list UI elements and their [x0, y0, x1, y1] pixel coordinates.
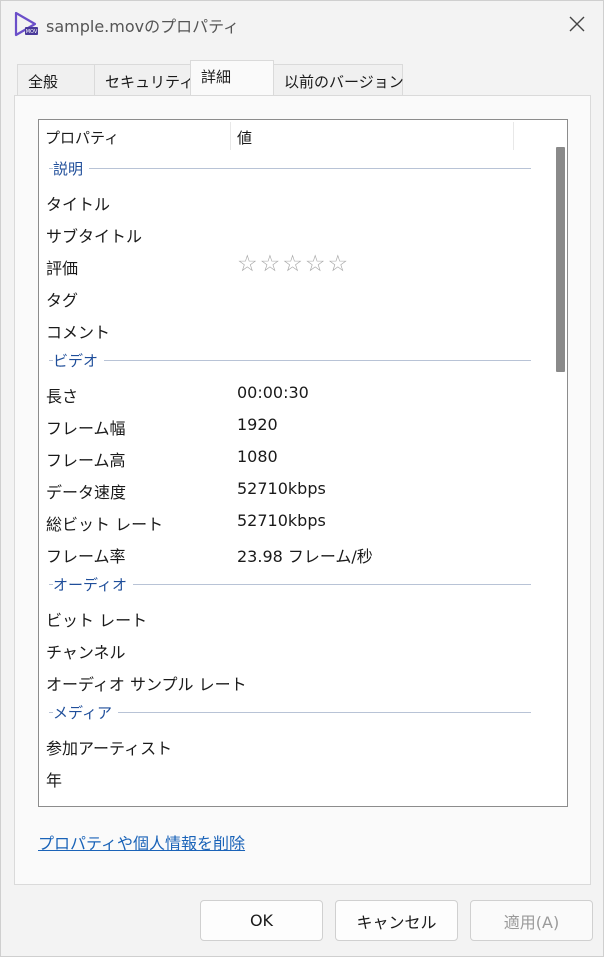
list-item[interactable]: コメント [39, 313, 549, 345]
group-title: 説明 [53, 158, 90, 179]
tab-bar: 全般 セキュリティ 詳細 以前のバージョン [17, 60, 404, 96]
list-item[interactable]: チャンネル [39, 633, 549, 665]
list-item[interactable]: 総ビット レート 52710kbps [39, 505, 549, 537]
group-title: メディア [53, 702, 118, 723]
property-name: フレーム高 [46, 451, 126, 470]
list-item[interactable]: ビット レート [39, 601, 549, 633]
list-item[interactable]: 年 [39, 761, 549, 793]
column-divider[interactable] [230, 122, 231, 150]
cancel-button[interactable]: キャンセル [335, 900, 458, 941]
property-value: 52710kbps [237, 479, 326, 498]
tab-security[interactable]: セキュリティ [94, 64, 194, 95]
group-header-video: ビデオ [39, 345, 549, 377]
property-name: フレーム率 [46, 547, 126, 566]
remove-properties-link[interactable]: プロパティや個人情報を削除 [38, 830, 245, 854]
group-title: オーディオ [53, 574, 133, 595]
close-button[interactable] [563, 10, 591, 38]
property-value: 1080 [237, 447, 278, 466]
column-divider[interactable] [513, 122, 514, 150]
svg-text:MOV: MOV [26, 29, 38, 35]
group-divider [49, 168, 531, 169]
property-name: 総ビット レート [46, 515, 164, 534]
tab-general[interactable]: 全般 [17, 64, 95, 95]
list-item[interactable]: 評価 ☆☆☆☆☆ [39, 249, 549, 281]
property-name: オーディオ サンプル レート [46, 675, 247, 694]
group-header-description: 説明 [39, 153, 549, 185]
list-item[interactable]: タイトル [39, 185, 549, 217]
group-title: ビデオ [53, 350, 105, 371]
list-item[interactable]: データ速度 52710kbps [39, 473, 549, 505]
property-name: タグ [46, 291, 79, 310]
star-rating[interactable]: ☆☆☆☆☆ [237, 251, 350, 277]
column-header-value[interactable]: 値 [237, 127, 252, 148]
list-item[interactable]: 参加アーティスト [39, 729, 549, 761]
property-name: チャンネル [46, 643, 126, 662]
column-header-property[interactable]: プロパティ [45, 127, 119, 148]
property-name: 年 [46, 771, 63, 790]
tab-previous-versions[interactable]: 以前のバージョン [273, 64, 404, 95]
group-header-media: メディア [39, 697, 549, 729]
property-name: 参加アーティスト [46, 739, 173, 758]
list-item[interactable]: 長さ 00:00:30 [39, 377, 549, 409]
property-value: 00:00:30 [237, 383, 309, 402]
title-bar: MOV sample.movのプロパティ [1, 1, 603, 47]
close-icon [569, 16, 585, 32]
group-divider [49, 360, 531, 361]
list-item[interactable]: フレーム率 23.98 フレーム/秒 [39, 537, 549, 569]
group-divider [49, 712, 531, 713]
property-name: コメント [46, 323, 111, 342]
list-item[interactable]: サブタイトル [39, 217, 549, 249]
list-header: プロパティ 値 [39, 120, 549, 153]
apply-button[interactable]: 適用(A) [470, 900, 593, 941]
property-name: データ速度 [46, 483, 127, 502]
property-name: 長さ [46, 387, 79, 406]
mov-file-icon: MOV [14, 11, 38, 37]
property-value: 23.98 フレーム/秒 [237, 547, 373, 566]
list-item[interactable]: オーディオ サンプル レート [39, 665, 549, 697]
property-name: ビット レート [46, 611, 148, 630]
ok-button[interactable]: OK [200, 900, 323, 941]
window-title: sample.movのプロパティ [46, 17, 240, 36]
property-name: フレーム幅 [46, 419, 126, 438]
tab-details[interactable]: 詳細 [190, 60, 274, 95]
list-item[interactable]: フレーム高 1080 [39, 441, 549, 473]
properties-dialog: MOV sample.movのプロパティ 全般 セキュリティ 詳細 以前のバージ… [0, 0, 604, 957]
property-value: 1920 [237, 415, 278, 434]
scrollbar-thumb[interactable] [556, 147, 565, 372]
property-value: 52710kbps [237, 511, 326, 530]
property-name: タイトル [46, 195, 111, 214]
vertical-scrollbar[interactable] [547, 120, 567, 806]
group-header-audio: オーディオ [39, 569, 549, 601]
property-name: サブタイトル [46, 227, 143, 246]
list-item[interactable]: タグ [39, 281, 549, 313]
list-rows: 説明 タイトル サブタイトル 評価 ☆☆☆☆☆ タグ コメント ビデオ 長さ 0… [39, 153, 549, 793]
property-name: 評価 [46, 259, 79, 278]
list-item[interactable]: フレーム幅 1920 [39, 409, 549, 441]
property-list[interactable]: プロパティ 値 説明 タイトル サブタイトル 評価 ☆☆☆☆☆ タグ コメント … [38, 119, 568, 807]
